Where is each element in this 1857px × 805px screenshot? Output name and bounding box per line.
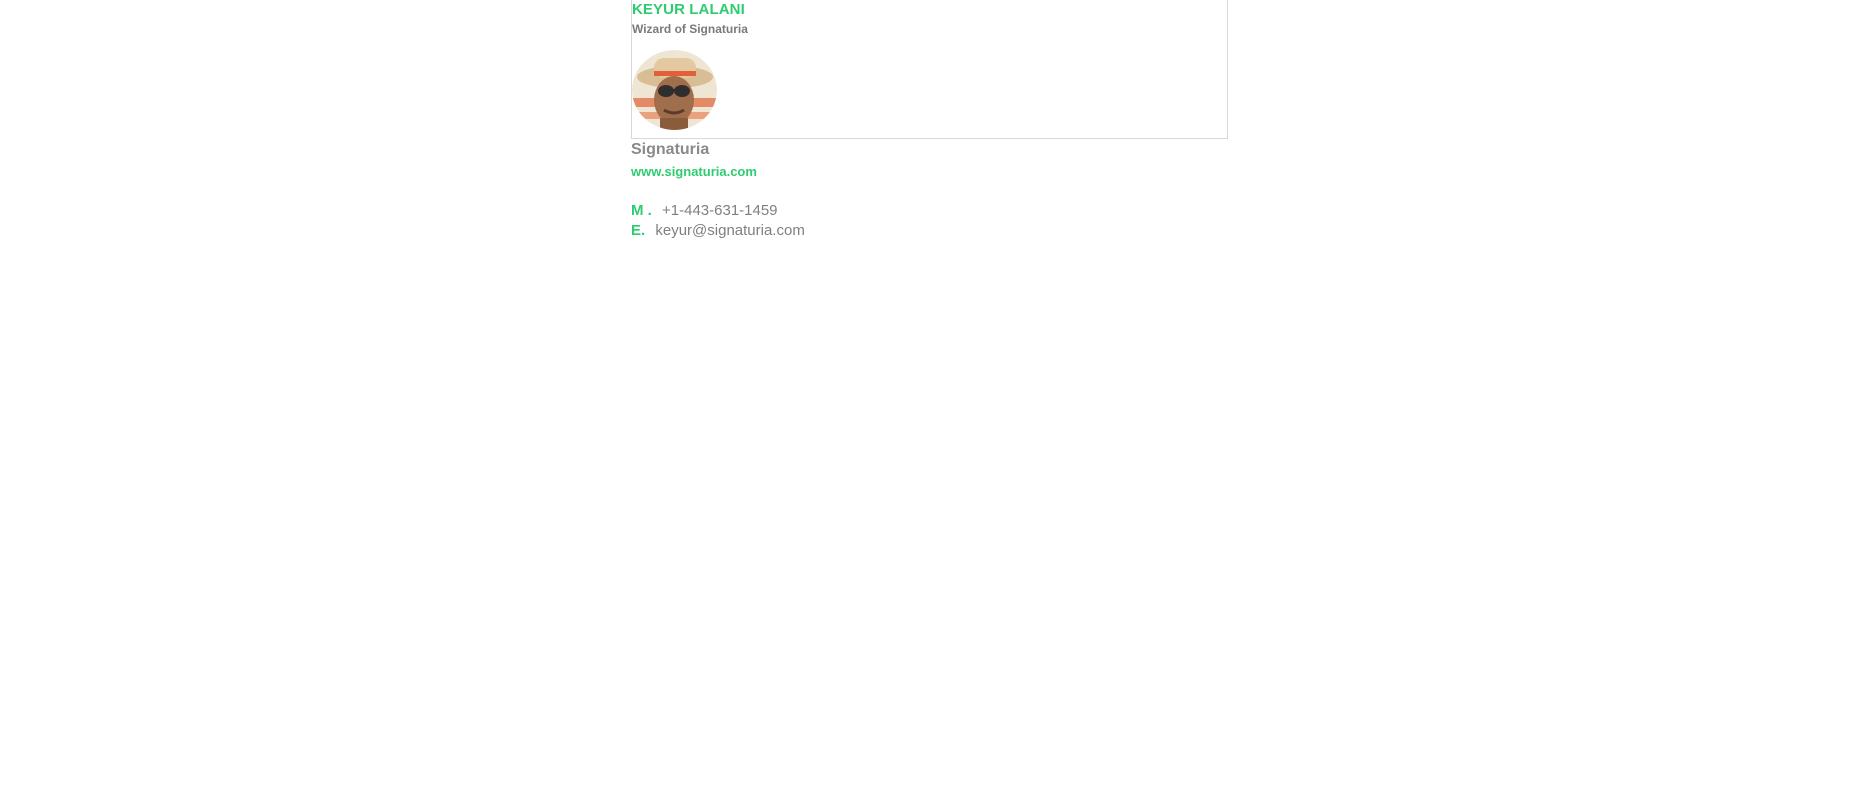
website-link[interactable]: www.signaturia.com [631, 164, 757, 179]
signature-job-title: Wizard of Signaturia [632, 22, 748, 36]
mobile-label: M . [631, 202, 652, 219]
avatar-photo-icon [632, 50, 717, 130]
email-row: E. keyur@signaturia.com [631, 222, 805, 239]
company-name: Signaturia [631, 141, 710, 158]
email-label: E. [631, 222, 646, 239]
mobile-row: M . +1-443-631-1459 [631, 202, 778, 219]
signature-name: KEYUR LALANI [632, 1, 745, 18]
signature-header-box [631, 0, 1228, 139]
email-signature-preview: KEYUR LALANI Wizard of Signaturia Signat… [0, 0, 1857, 805]
mobile-number[interactable]: +1-443-631-1459 [662, 202, 778, 219]
email-address[interactable]: keyur@signaturia.com [655, 222, 804, 239]
avatar [632, 50, 717, 130]
